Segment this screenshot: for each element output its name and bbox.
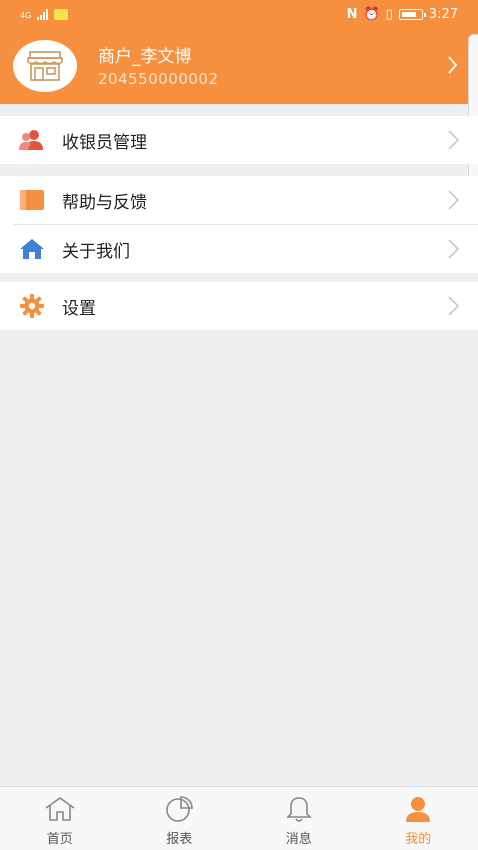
- tab-home[interactable]: 首页: [0, 787, 120, 850]
- chevron-right-icon: [448, 56, 458, 74]
- storefront-icon: [27, 51, 63, 81]
- menu-item-about-us[interactable]: 关于我们: [0, 225, 478, 273]
- settings-gear-icon: [19, 294, 45, 318]
- menu-item-cashier-management[interactable]: 收银员管理: [0, 116, 478, 164]
- about-us-home-icon: [19, 238, 45, 260]
- user-icon: [404, 795, 432, 823]
- message-notification-icon: [54, 9, 69, 20]
- menu-group-cashier: 收银员管理: [0, 116, 478, 164]
- chevron-right-icon: [448, 239, 460, 259]
- battery-icon: [398, 9, 426, 20]
- pie-chart-icon: [164, 795, 194, 823]
- network-type: 4G: [20, 11, 32, 20]
- scrollbar[interactable]: [468, 34, 478, 190]
- menu-item-label: 收银员管理: [62, 132, 147, 153]
- merchant-name: 商户_李文博: [98, 47, 192, 67]
- bell-icon: [285, 795, 312, 823]
- home-icon: [44, 795, 76, 823]
- tab-label: 我的: [405, 832, 432, 847]
- menu-item-label: 关于我们: [62, 241, 130, 262]
- menu-item-label: 设置: [62, 298, 96, 319]
- tab-label: 消息: [285, 832, 312, 847]
- chevron-right-icon: [448, 296, 460, 316]
- menu-group-settings: 设置: [0, 282, 478, 330]
- tab-report[interactable]: 报表: [120, 787, 240, 850]
- cashier-management-icon: [19, 129, 45, 151]
- status-bar: 4G N ⏰ ▯ 3:27: [0, 0, 478, 30]
- tab-label: 报表: [166, 832, 193, 847]
- status-time: 3:27: [428, 7, 458, 22]
- tab-messages[interactable]: 消息: [239, 787, 359, 850]
- bottom-tab-bar: 首页 报表 消息 我的: [0, 786, 478, 850]
- nfc-icon: N: [346, 7, 358, 22]
- signal-icon: [37, 8, 49, 20]
- help-feedback-icon: [19, 189, 45, 211]
- avatar: [13, 40, 77, 92]
- tab-mine[interactable]: 我的: [359, 787, 478, 850]
- menu-item-settings[interactable]: 设置: [0, 282, 478, 330]
- profile-card[interactable]: 商户_李文博 204550000002: [0, 30, 478, 104]
- menu-item-help-feedback[interactable]: 帮助与反馈: [0, 176, 478, 224]
- merchant-id: 204550000002: [98, 70, 219, 88]
- chevron-right-icon: [448, 190, 460, 210]
- alarm-icon: ⏰: [363, 7, 380, 22]
- chevron-right-icon: [448, 130, 460, 150]
- profile-header: 4G N ⏰ ▯ 3:27 商户_李文博 204550000002: [0, 0, 478, 104]
- menu-item-label: 帮助与反馈: [62, 192, 147, 213]
- tab-label: 首页: [46, 832, 73, 847]
- vibrate-icon: ▯: [385, 7, 393, 22]
- menu-group-help: 帮助与反馈 关于我们: [0, 176, 478, 273]
